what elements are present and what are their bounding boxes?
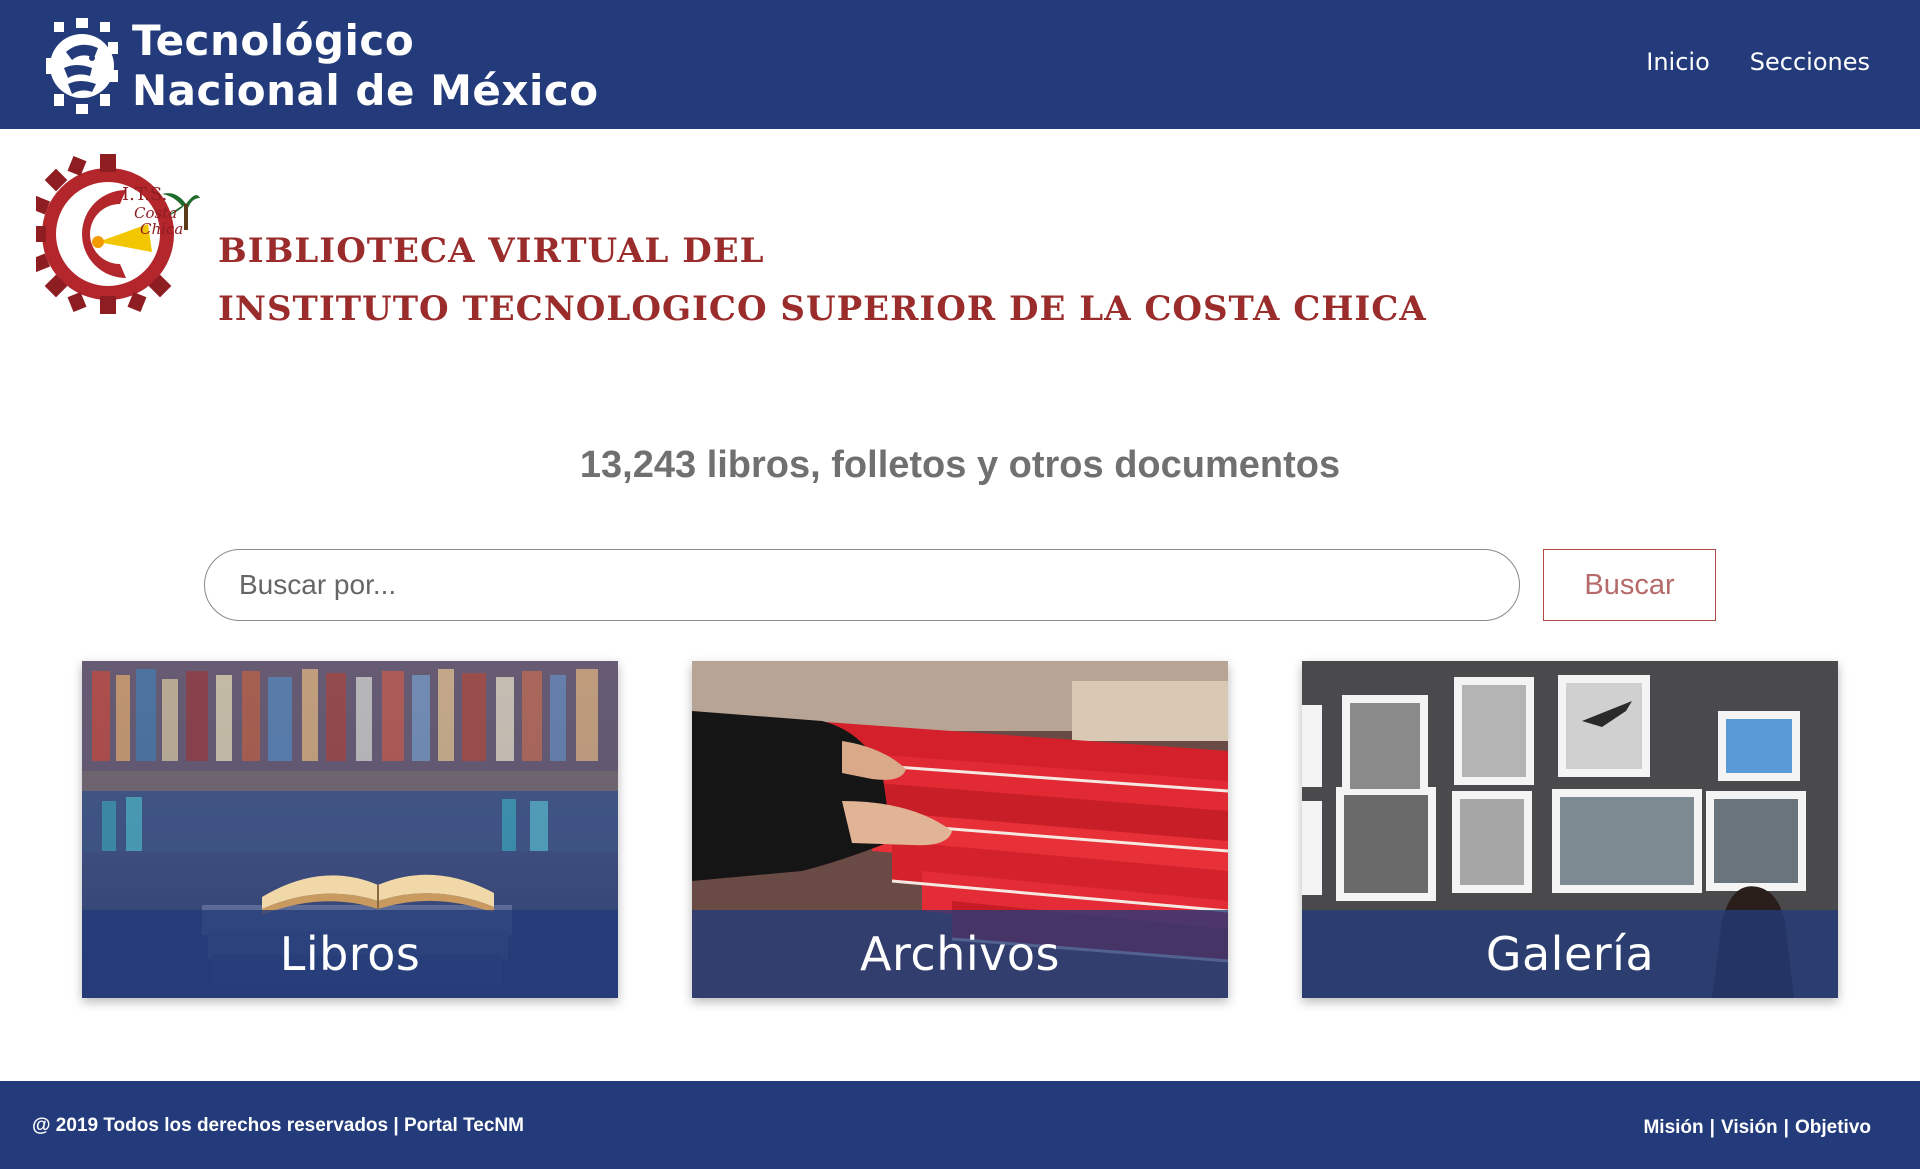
footer-link-mision[interactable]: Misión <box>1643 1117 1703 1139</box>
card-archivos[interactable]: Archivos <box>692 661 1228 998</box>
card-libros-label: Libros <box>82 910 618 998</box>
footer-link-vision[interactable]: Visión <box>1721 1117 1778 1139</box>
card-galeria[interactable]: Galería <box>1302 661 1838 998</box>
footer-copyright: @ 2019 Todos los derechos reservados | P… <box>32 1115 524 1136</box>
search-button[interactable]: Buscar <box>1543 549 1716 621</box>
top-navbar: Tecnológico Nacional de México Inicio Se… <box>0 0 1920 129</box>
footer-links: Misión | Visión | Objetivo <box>1643 1117 1871 1139</box>
collection-count: 13,243 libros, folletos y otros document… <box>579 444 1341 486</box>
logo-text-its: I.T.S. <box>122 184 167 205</box>
footer-separator: | <box>1783 1117 1789 1138</box>
footer: @ 2019 Todos los derechos reservados | P… <box>0 1081 1920 1169</box>
brand-name-line1: Tecnológico <box>132 16 415 65</box>
card-libros[interactable]: Libros <box>82 661 618 998</box>
its-costa-chica-logo-icon: I.T.S. Costa Chica <box>36 154 200 314</box>
footer-separator: | <box>1709 1117 1715 1138</box>
library-title: BIBLIOTECA VIRTUAL DEL INSTITUTO TECNOLO… <box>218 222 1427 338</box>
search-input[interactable] <box>204 549 1520 621</box>
library-title-line2: INSTITUTO TECNOLOGICO SUPERIOR DE LA COS… <box>218 289 1427 329</box>
card-archivos-label: Archivos <box>692 910 1228 998</box>
brand[interactable]: Tecnológico Nacional de México <box>46 16 599 116</box>
brand-name-line2: Nacional de México <box>132 66 599 115</box>
footer-link-objetivo[interactable]: Objetivo <box>1795 1117 1871 1139</box>
main-nav: Inicio Secciones <box>1646 48 1870 76</box>
nav-inicio[interactable]: Inicio <box>1646 48 1710 76</box>
card-galeria-label: Galería <box>1302 910 1838 998</box>
tecnm-logo-icon <box>46 18 118 114</box>
logo-text-chica: Chica <box>140 220 183 238</box>
nav-secciones[interactable]: Secciones <box>1750 48 1870 76</box>
library-title-line1: BIBLIOTECA VIRTUAL DEL <box>218 231 765 271</box>
